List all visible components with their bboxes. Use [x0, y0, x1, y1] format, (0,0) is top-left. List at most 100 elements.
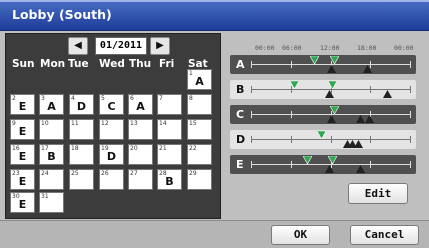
- day-pattern: D: [76, 100, 87, 113]
- footer-bar: OK Cancel: [0, 220, 429, 248]
- hour-tick: [370, 161, 371, 168]
- calendar-day[interactable]: 19 D: [99, 144, 124, 165]
- calendar-day[interactable]: 22: [187, 144, 212, 165]
- calendar-panel: ◀ 01/2011 ▶ Sun Mon Tue Wed Thu Fri Sat 1A2E3A…: [5, 33, 221, 219]
- hour-tick: [410, 61, 411, 68]
- prev-month-button[interactable]: ◀: [68, 37, 88, 55]
- left-arrow-icon: ◀: [74, 40, 82, 51]
- pattern-row[interactable]: A: [230, 55, 416, 74]
- hour-tick: [251, 161, 252, 168]
- day-number: 22: [189, 145, 197, 152]
- calendar-day[interactable]: 5C: [99, 94, 124, 115]
- hour-tick: [291, 161, 292, 168]
- calendar-day[interactable]: 31: [39, 192, 64, 213]
- hour-tick: [251, 111, 252, 118]
- pattern-row[interactable]: B: [230, 80, 416, 99]
- hour-tick: [331, 136, 332, 143]
- calendar-day[interactable]: 8: [187, 94, 212, 115]
- hour-tick: [410, 86, 411, 93]
- calendar-day[interactable]: 17 B: [39, 144, 64, 165]
- calendar-day[interactable]: 7: [157, 94, 182, 115]
- pattern-label: C: [236, 108, 245, 121]
- timeline-axis: [251, 56, 411, 73]
- calendar-day[interactable]: 25: [69, 169, 94, 190]
- title-bar: Lobby (South): [0, 0, 429, 31]
- calendar-day[interactable]: 10: [39, 119, 64, 140]
- pattern-label: E: [236, 158, 244, 171]
- day-number: 8: [189, 95, 193, 102]
- calendar-day[interactable]: 24: [39, 169, 64, 190]
- hour-tick: [291, 111, 292, 118]
- calendar-day[interactable]: 20: [128, 144, 153, 165]
- off-marker-icon: [365, 115, 374, 123]
- hour-label: 00:00: [255, 44, 275, 52]
- on-marker-icon: [310, 56, 319, 64]
- calendar-day[interactable]: 4D: [69, 94, 94, 115]
- day-number: 26: [101, 170, 109, 177]
- hour-label: 00:00: [394, 44, 414, 52]
- hour-tick: [291, 61, 292, 68]
- calendar-day[interactable]: 6A: [128, 94, 153, 115]
- calendar-day[interactable]: 27: [128, 169, 153, 190]
- day-number: 29: [189, 170, 197, 177]
- on-marker-icon: [328, 81, 337, 89]
- pattern-row[interactable]: E: [230, 155, 416, 174]
- pattern-label: B: [236, 83, 245, 96]
- next-month-button[interactable]: ▶: [150, 37, 170, 55]
- calendar-day[interactable]: 1A: [187, 69, 212, 90]
- off-marker-icon: [383, 90, 392, 98]
- weekday-label: Fri: [159, 58, 175, 70]
- hour-tick: [370, 136, 371, 143]
- calendar-day[interactable]: 30 E: [10, 192, 35, 213]
- calendar-day[interactable]: 23 E: [10, 169, 35, 190]
- hour-tick: [251, 86, 252, 93]
- calendar-day[interactable]: 29: [187, 169, 212, 190]
- calendar-day[interactable]: 15: [187, 119, 212, 140]
- on-marker-icon: [330, 56, 339, 64]
- calendar-day[interactable]: 12: [99, 119, 124, 140]
- day-pattern: E: [18, 175, 27, 188]
- edit-button[interactable]: Edit: [348, 183, 408, 204]
- calendar-day[interactable]: 26: [99, 169, 124, 190]
- off-marker-icon: [325, 90, 334, 98]
- ok-button[interactable]: OK: [271, 225, 330, 245]
- calendar-day[interactable]: 11: [69, 119, 94, 140]
- timeline-axis: [251, 106, 411, 123]
- right-arrow-icon: ▶: [156, 40, 164, 51]
- calendar-day[interactable]: 16 E: [10, 144, 35, 165]
- calendar-day[interactable]: 2E: [10, 94, 35, 115]
- calendar-day[interactable]: 3A: [39, 94, 64, 115]
- day-pattern: B: [47, 150, 56, 163]
- off-marker-icon: [356, 165, 365, 173]
- calendar-day[interactable]: 14: [157, 119, 182, 140]
- window-title: Lobby (South): [12, 7, 112, 22]
- schedule-window: Lobby (South) ◀ 01/2011 ▶ Sun Mon Tue Wed Th…: [0, 0, 429, 248]
- off-marker-icon: [325, 165, 334, 173]
- calendar-day[interactable]: 28 B: [157, 169, 182, 190]
- pattern-row[interactable]: C: [230, 105, 416, 124]
- calendar-day[interactable]: 18: [69, 144, 94, 165]
- on-marker-icon: [330, 106, 339, 114]
- calendar-day[interactable]: 21: [157, 144, 182, 165]
- timeline-axis: [251, 81, 411, 98]
- calendar-day[interactable]: 9E: [10, 119, 35, 140]
- day-number: 31: [41, 193, 49, 200]
- day-pattern: A: [195, 75, 204, 88]
- day-number: 7: [159, 95, 163, 102]
- pattern-row[interactable]: D: [230, 130, 416, 149]
- calendar-day[interactable]: 13: [128, 119, 153, 140]
- off-marker-icon: [327, 65, 336, 73]
- day-pattern: C: [107, 100, 116, 113]
- pattern-label: A: [236, 58, 245, 71]
- on-marker-icon: [328, 156, 337, 164]
- hour-tick: [251, 61, 252, 68]
- title-highlight: [0, 0, 429, 2]
- day-pattern: E: [18, 198, 27, 211]
- weekday-label: Tue: [68, 58, 89, 70]
- hour-tick: [410, 161, 411, 168]
- weekday-label: Mon: [40, 58, 66, 70]
- cancel-button[interactable]: Cancel: [350, 225, 419, 245]
- day-pattern: E: [18, 125, 27, 138]
- day-number: 27: [130, 170, 138, 177]
- day-number: 24: [41, 170, 49, 177]
